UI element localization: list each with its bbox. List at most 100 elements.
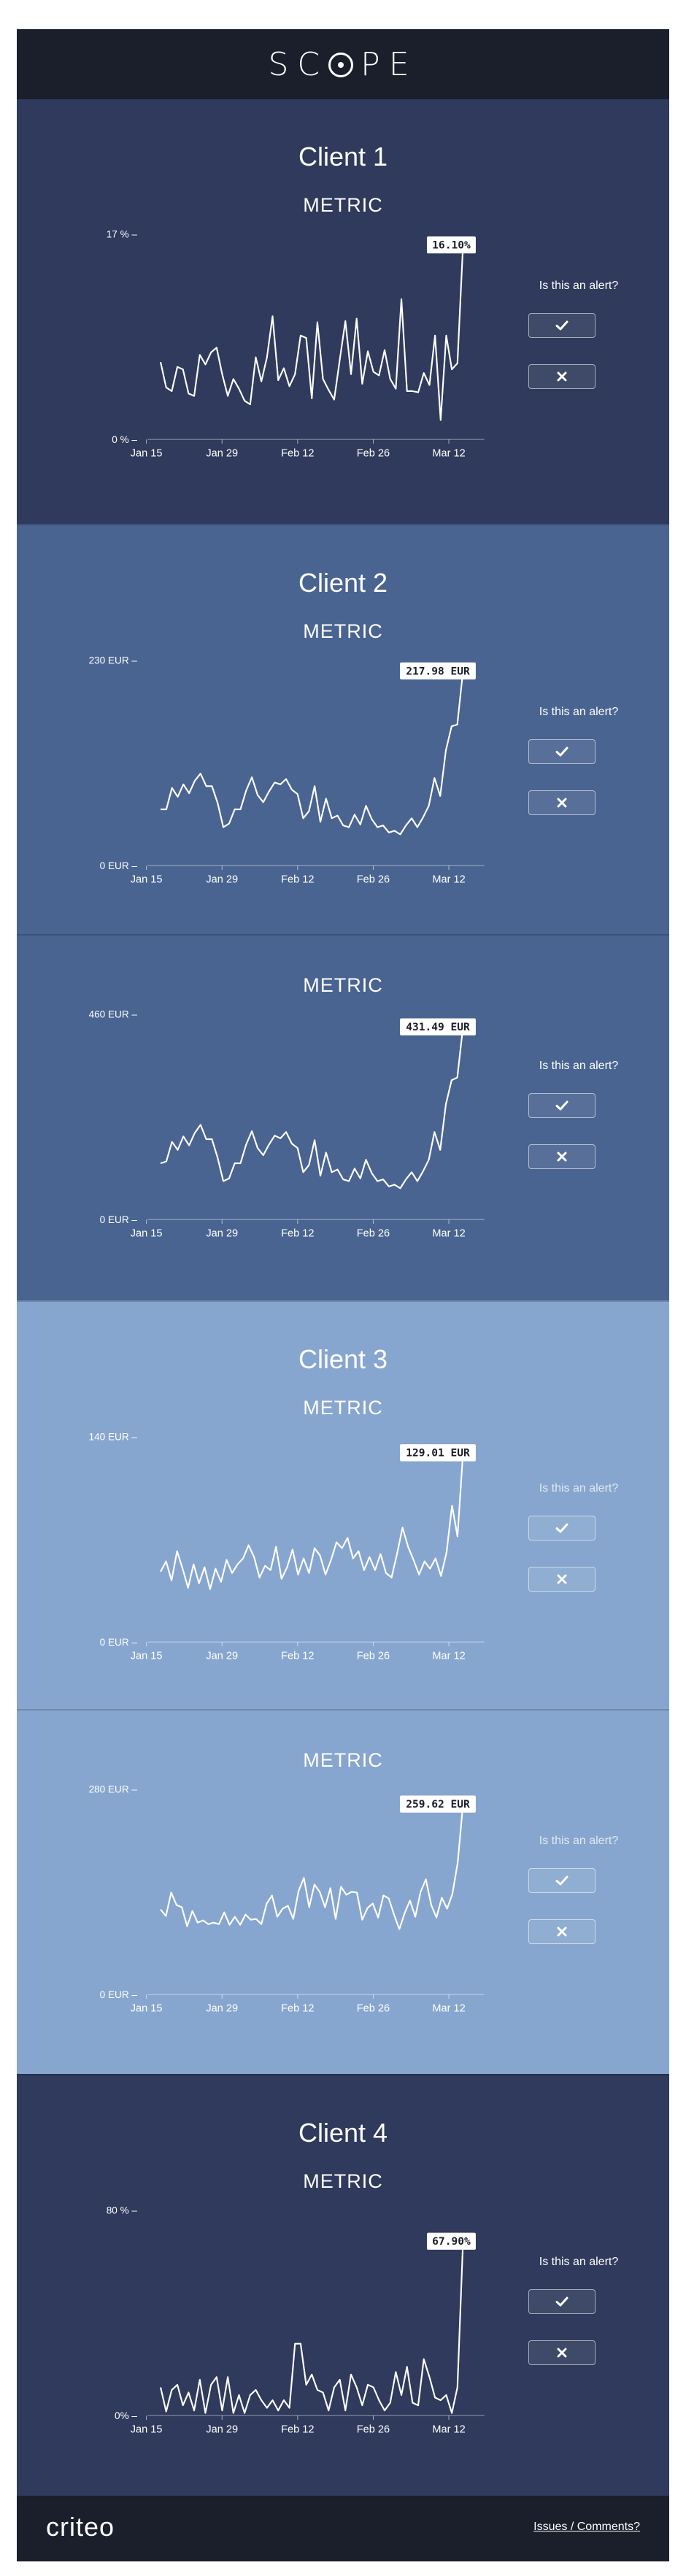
alert-question: Is this an alert? — [539, 1835, 619, 1847]
y-axis-min-label: 0 EUR – — [100, 860, 138, 871]
y-axis-min-label: 0 % – — [112, 434, 137, 445]
x-tick-label: Feb 26 — [357, 1227, 390, 1239]
cross-icon — [557, 1927, 567, 1937]
y-axis-min-label: 0 EUR – — [100, 1637, 138, 1648]
client-section: Client 2 METRIC 230 EUR – 0 EUR – Jan 15 Jan … — [17, 524, 669, 1302]
alert-question: Is this an alert? — [539, 1482, 619, 1495]
scope-logo-mark — [328, 52, 354, 77]
alert-question: Is this an alert? — [539, 279, 619, 292]
y-axis-min-label: 0 EUR – — [100, 1214, 138, 1225]
reject-alert-button[interactable] — [528, 1567, 596, 1592]
client-title: Client 3 — [298, 1344, 388, 1374]
last-value-badge: 217.98 EUR — [400, 662, 476, 680]
last-value-text: 259.62 EUR — [406, 1798, 470, 1810]
cross-icon — [557, 371, 567, 382]
x-tick-label: Feb 26 — [357, 2002, 390, 2014]
metric-line-chart: 140 EUR – 0 EUR – Jan 15 Jan 29 Feb 12 Feb 26… — [89, 1432, 485, 1662]
y-axis-max-label: 80 % – — [107, 2205, 138, 2216]
client-title: Client 1 — [298, 142, 388, 171]
y-axis-max-label: 140 EUR – — [89, 1432, 138, 1443]
confirm-alert-button[interactable] — [528, 313, 596, 338]
x-tick-label: Feb 12 — [281, 2423, 314, 2435]
series-line — [159, 244, 464, 421]
metric-title: METRIC — [303, 620, 383, 642]
x-tick-label: Feb 26 — [357, 1650, 390, 1662]
scope-logo: SC PE — [268, 45, 418, 83]
y-axis-min-label: 0 EUR – — [100, 1989, 138, 2000]
criteo-logo: criteo — [46, 2512, 115, 2542]
series-line — [159, 2241, 464, 2414]
confirm-alert-button[interactable] — [528, 1516, 596, 1540]
check-icon — [555, 1875, 569, 1886]
x-tick-label: Jan 15 — [131, 874, 163, 885]
check-icon — [555, 747, 569, 757]
x-tick-label: Feb 12 — [281, 874, 314, 885]
y-axis-max-label: 280 EUR – — [89, 1784, 138, 1795]
reject-alert-button[interactable] — [528, 2340, 596, 2365]
metric-title: METRIC — [303, 974, 383, 996]
y-axis-min-label: 0% – — [115, 2410, 137, 2421]
last-value-text: 16.10% — [432, 239, 471, 251]
series-line — [160, 1027, 464, 1189]
y-axis-max-label: 230 EUR – — [89, 655, 138, 666]
last-value-badge: 259.62 EUR — [400, 1795, 476, 1813]
metric-line-chart: 460 EUR – 0 EUR – Jan 15 Jan 29 Feb 12 Feb 26… — [89, 1009, 485, 1239]
series-line — [161, 671, 464, 836]
x-tick-label: Mar 12 — [432, 2002, 465, 2014]
reject-alert-button[interactable] — [528, 1144, 596, 1169]
client-title: Client 2 — [298, 568, 388, 598]
x-tick-label: Feb 12 — [281, 2002, 314, 2014]
cross-icon — [557, 1152, 567, 1162]
chart-divider — [17, 1709, 669, 1711]
last-value-badge: 129.01 EUR — [400, 1444, 476, 1462]
check-icon — [555, 2297, 569, 2307]
reject-alert-button[interactable] — [528, 790, 596, 815]
app-header: SC PE — [17, 29, 669, 99]
check-icon — [555, 1100, 569, 1111]
x-tick-label: Feb 12 — [281, 1650, 314, 1662]
x-tick-label: Jan 15 — [131, 2002, 163, 2014]
last-value-badge: 16.10% — [426, 236, 476, 254]
alert-question: Is this an alert? — [539, 706, 619, 718]
x-tick-label: Mar 12 — [432, 1227, 465, 1239]
metric-title: METRIC — [303, 2170, 383, 2192]
metric-line-chart: 280 EUR – 0 EUR – Jan 15 Jan 29 Feb 12 Feb 26… — [89, 1784, 485, 2014]
series-line — [160, 1804, 464, 1930]
x-tick-label: Feb 26 — [357, 447, 390, 459]
metric-title: METRIC — [303, 1397, 383, 1419]
reject-alert-button[interactable] — [528, 1919, 596, 1944]
last-value-text: 67.90% — [432, 2235, 471, 2248]
client-section: Client 4 METRIC 80 % – 0% – Jan 15 Jan 29 Feb … — [17, 2074, 669, 2497]
series-line — [160, 1452, 464, 1590]
client-section: Client 3 METRIC 140 EUR – 0 EUR – Jan 15 Jan … — [17, 1300, 669, 2075]
metric-title: METRIC — [303, 1749, 383, 1771]
cross-icon — [557, 798, 567, 808]
x-tick-label: Jan 29 — [206, 2423, 238, 2435]
confirm-alert-button[interactable] — [528, 739, 596, 764]
x-tick-label: Jan 15 — [131, 1650, 163, 1662]
x-tick-label: Jan 29 — [206, 1650, 238, 1662]
x-tick-label: Feb 12 — [281, 447, 314, 459]
metric-title: METRIC — [303, 194, 383, 216]
metric-line-chart: 17 % – 0 % – Jan 15 Jan 29 Feb 12 Feb 26 Mar 1… — [107, 229, 485, 459]
app-footer: criteo Issues / Comments? — [17, 2496, 669, 2561]
x-tick-label: Mar 12 — [432, 1650, 465, 1662]
x-tick-label: Jan 29 — [206, 447, 238, 459]
confirm-alert-button[interactable] — [528, 1093, 596, 1118]
check-icon — [555, 320, 569, 331]
x-tick-label: Feb 26 — [357, 874, 390, 885]
cross-icon — [557, 2348, 567, 2358]
confirm-alert-button[interactable] — [528, 1868, 596, 1893]
chart-divider — [17, 934, 669, 936]
last-value-text: 129.01 EUR — [406, 1447, 470, 1459]
x-tick-label: Jan 29 — [206, 874, 238, 885]
x-tick-label: Mar 12 — [432, 447, 465, 459]
metric-line-chart: 80 % – 0% – Jan 15 Jan 29 Feb 12 Feb 26 Mar 12… — [107, 2205, 485, 2435]
reject-alert-button[interactable] — [528, 364, 596, 389]
x-tick-label: Mar 12 — [432, 2423, 465, 2435]
issues-comments-link[interactable]: Issues / Comments? — [533, 2521, 640, 2534]
confirm-alert-button[interactable] — [528, 2289, 596, 2314]
x-tick-label: Feb 26 — [357, 2423, 390, 2435]
x-tick-label: Jan 29 — [206, 1227, 238, 1239]
metric-line-chart: 230 EUR – 0 EUR – Jan 15 Jan 29 Feb 12 Feb 26… — [89, 655, 485, 885]
